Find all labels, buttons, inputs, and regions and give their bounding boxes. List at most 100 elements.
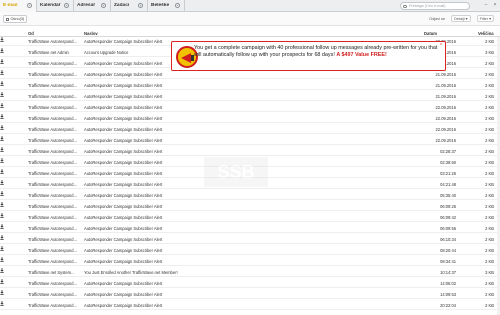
row-date: 06:09:56 [440, 226, 456, 232]
mail-toolbar: Okno(3) Odjavi se Detalji ▾ Filter ▾ [0, 12, 500, 26]
folder-button[interactable]: Okno(3) [3, 15, 28, 23]
table-row[interactable]: TrafficWave Autorespond... AutoResponder … [0, 81, 500, 90]
minimize-icon[interactable]: – [483, 2, 489, 8]
row-size: 2 KB [485, 226, 494, 232]
table-row[interactable]: TrafficWave Autorespond... AutoResponder … [0, 191, 500, 200]
table-row[interactable]: TrafficWave Autorespond... AutoResponder … [0, 290, 500, 299]
row-size: 3 KB [485, 50, 494, 56]
download-icon[interactable] [0, 202, 4, 207]
row-date: 05:35:40 [440, 193, 456, 199]
row-date: 20:22:04 [440, 303, 456, 309]
row-date: 22.09.2016 [435, 105, 457, 111]
row-date: 22.09.2016 [435, 116, 457, 122]
gear-icon[interactable] [138, 3, 143, 8]
row-date: 22.09.2016 [435, 127, 457, 133]
table-row[interactable]: TrafficWave Autorespond... AutoResponder … [0, 125, 500, 134]
download-icon[interactable] [0, 147, 4, 152]
search-input[interactable]: Pretraga (Ceo e-mail) [400, 2, 470, 10]
tab-tasks[interactable]: Zadací [111, 0, 148, 12]
filter-button[interactable]: Filter ▾ [476, 15, 494, 22]
row-from: TrafficWave Autorespond... [28, 204, 77, 210]
logout-link[interactable]: Odjavi se [429, 17, 445, 21]
tab-notes[interactable]: Beleške [148, 0, 185, 12]
table-row[interactable]: TrafficWave Autorespond... AutoResponder … [0, 202, 500, 211]
table-row[interactable]: TrafficWave Autorespond... AutoResponder … [0, 92, 500, 101]
row-size: 2 KB [485, 105, 494, 111]
col-size[interactable]: Veličina [478, 31, 494, 36]
download-icon[interactable] [0, 235, 4, 240]
download-icon[interactable] [0, 279, 4, 284]
row-from: TrafficWave Autorespond... [28, 182, 77, 188]
row-size: 2 KB [485, 160, 494, 166]
row-from: TrafficWave Autorespond... [28, 116, 77, 122]
download-icon[interactable] [0, 48, 4, 53]
table-row[interactable]: TrafficWave Autorespond... AutoResponder … [0, 301, 500, 310]
download-icon[interactable] [0, 37, 4, 42]
table-row[interactable]: TrafficWave Autorespond... AutoResponder … [0, 147, 500, 156]
col-from[interactable]: Od [28, 31, 34, 36]
download-icon[interactable] [0, 59, 4, 64]
download-icon[interactable] [0, 224, 4, 229]
table-row[interactable]: TrafficWave Autorespond... AutoResponder … [0, 257, 500, 266]
download-icon[interactable] [0, 114, 4, 119]
row-date: 08:20:44 [440, 248, 456, 254]
download-icon[interactable] [0, 301, 4, 306]
download-icon[interactable] [0, 290, 4, 295]
download-icon[interactable] [0, 125, 4, 130]
row-from: TrafficWave Autorespond... [28, 237, 77, 243]
download-icon[interactable] [0, 246, 4, 251]
col-date[interactable]: Datum [424, 31, 437, 36]
table-row[interactable]: TrafficWave.net System... You Just Enroll… [0, 268, 500, 277]
details-button[interactable]: Detalji ▾ [451, 15, 471, 22]
folder-icon [6, 17, 9, 21]
row-subject: AutoResponder Campaign Subscriber Alert [84, 83, 163, 89]
download-icon[interactable] [0, 257, 4, 262]
table-row[interactable]: TrafficWave Autorespond... AutoResponder … [0, 235, 500, 244]
download-icon[interactable] [0, 81, 4, 86]
download-icon[interactable] [0, 213, 4, 218]
download-icon[interactable] [0, 92, 4, 97]
row-from: TrafficWave Autorespond... [28, 303, 77, 309]
table-row[interactable]: TrafficWave Autorespond... AutoResponder … [0, 224, 500, 233]
table-row[interactable]: TrafficWave Autorespond... AutoResponder … [0, 246, 500, 255]
row-size: 2 KB [485, 204, 494, 210]
table-row[interactable]: TrafficWave Autorespond... AutoResponder … [0, 213, 500, 222]
gear-icon[interactable] [101, 3, 106, 8]
tab-contacts[interactable]: Adresář [74, 0, 111, 12]
gear-icon[interactable] [27, 3, 32, 8]
download-icon[interactable] [0, 136, 4, 141]
tab-calendar[interactable]: Kalendář [37, 0, 74, 12]
table-row[interactable]: TrafficWave Autorespond... AutoResponder … [0, 70, 500, 79]
download-icon[interactable] [0, 169, 4, 174]
table-row[interactable]: TrafficWave Autorespond... AutoResponder … [0, 136, 500, 145]
row-subject: AutoResponder Campaign Subscriber Alert [84, 292, 163, 298]
download-icon[interactable] [0, 70, 4, 75]
table-row[interactable]: TrafficWave Autorespond... AutoResponder … [0, 103, 500, 112]
download-icon[interactable] [0, 268, 4, 273]
row-subject: AutoResponder Campaign Subscriber Alert [84, 193, 163, 199]
row-from: TrafficWave Autorespond... [28, 215, 77, 221]
tab-email[interactable]: E-mail [0, 0, 37, 12]
download-icon[interactable] [0, 158, 4, 163]
promo-popup[interactable]: You get a complete campaign with 40 prof… [171, 41, 446, 71]
gear-icon[interactable] [64, 3, 69, 8]
download-icon[interactable] [0, 103, 4, 108]
gear-icon[interactable] [175, 3, 180, 8]
download-icon[interactable] [0, 180, 4, 185]
row-size: 2 KB [485, 182, 494, 188]
row-from: TrafficWave Autorespond... [28, 94, 77, 100]
close-icon[interactable]: x [440, 42, 444, 46]
download-icon[interactable] [0, 191, 4, 196]
tab-label: Zadací [114, 3, 130, 8]
search-placeholder: Pretraga (Ceo e-mail) [409, 4, 446, 8]
table-row[interactable]: TrafficWave Autorespond... AutoResponder … [0, 279, 500, 288]
row-from: TrafficWave Autorespond... [28, 226, 77, 232]
col-subject[interactable]: Naslov [84, 31, 98, 36]
table-row[interactable]: TrafficWave Autorespond... AutoResponder … [0, 114, 500, 123]
row-size: 2 KB [485, 281, 494, 287]
row-from: TrafficWave Autorespond... [28, 281, 77, 287]
row-date: 21.09.2016 [435, 94, 457, 100]
filter-label: Filter [479, 16, 489, 21]
row-date: 21.09.2016 [435, 83, 457, 89]
close-icon[interactable]: × [492, 2, 498, 8]
